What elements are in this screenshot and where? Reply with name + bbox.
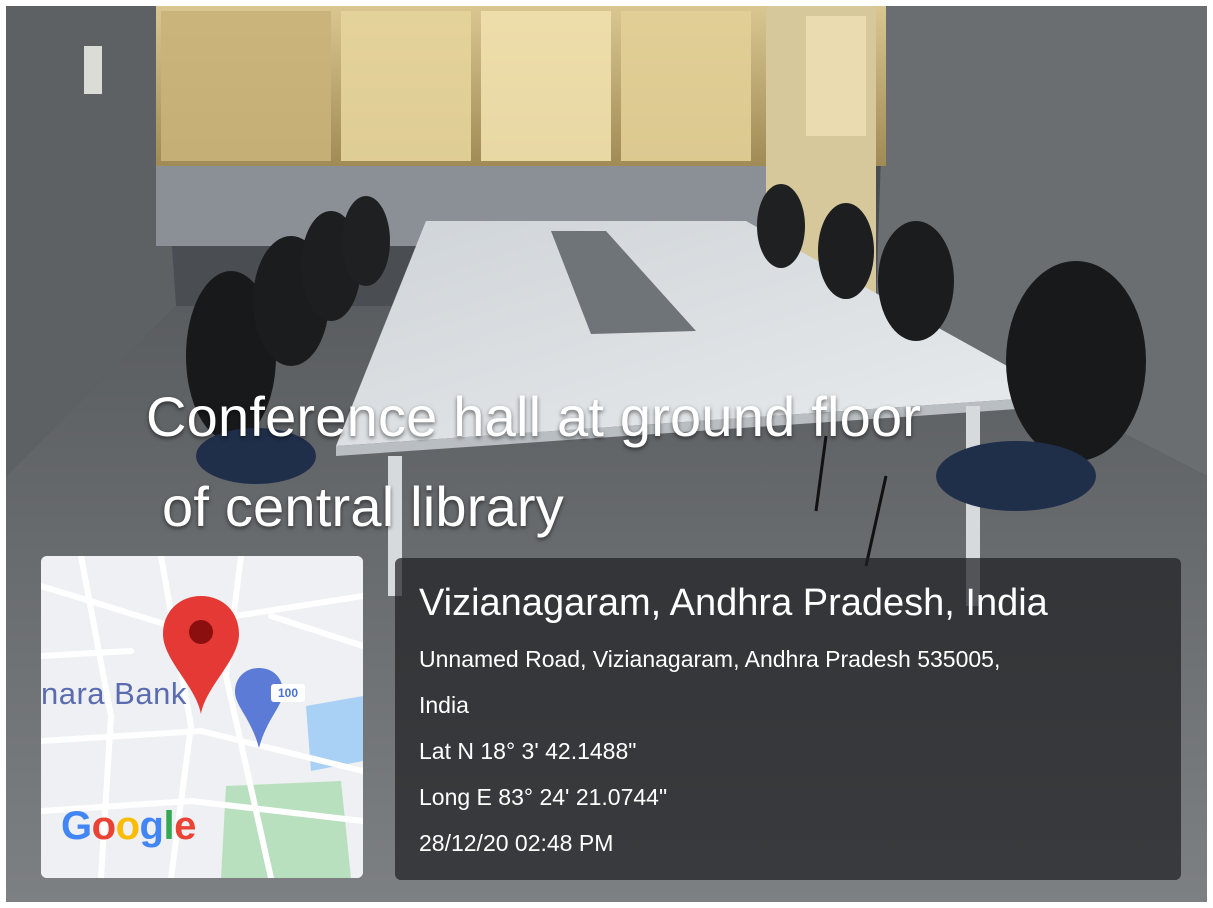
photo-caption: Conference hall at ground floor of centr…: [146, 384, 1106, 540]
poi-badge: 100: [271, 684, 305, 702]
google-logo-letter: e: [174, 804, 196, 848]
google-logo: Google: [61, 804, 196, 849]
longitude: Long E 83° 24' 21.0744": [419, 784, 668, 810]
google-logo-letter: g: [139, 804, 164, 848]
google-logo-letter: l: [163, 804, 175, 848]
timestamp: 28/12/20 02:48 PM: [419, 830, 614, 856]
address-line-2: India: [419, 692, 469, 718]
city-line: Vizianagaram, Andhra Pradesh, India: [419, 582, 1048, 624]
latitude: Lat N 18° 3' 42.1488": [419, 738, 637, 764]
address-line-1: Unnamed Road, Vizianagaram, Andhra Prade…: [419, 646, 1001, 672]
caption-line-2: of central library: [162, 475, 564, 538]
google-logo-letter: o: [91, 804, 116, 848]
google-logo-letter: o: [115, 804, 140, 848]
caption-line-1: Conference hall at ground floor: [146, 385, 922, 448]
geotag-info-panel: Vizianagaram, Andhra Pradesh, India Unna…: [395, 558, 1181, 880]
photo-frame: Conference hall at ground floor of centr…: [6, 6, 1207, 902]
google-logo-letter: G: [61, 804, 92, 848]
map-bank-label: nara Bank: [41, 676, 187, 711]
map-thumbnail[interactable]: nara Bank 100 Google: [41, 556, 363, 878]
